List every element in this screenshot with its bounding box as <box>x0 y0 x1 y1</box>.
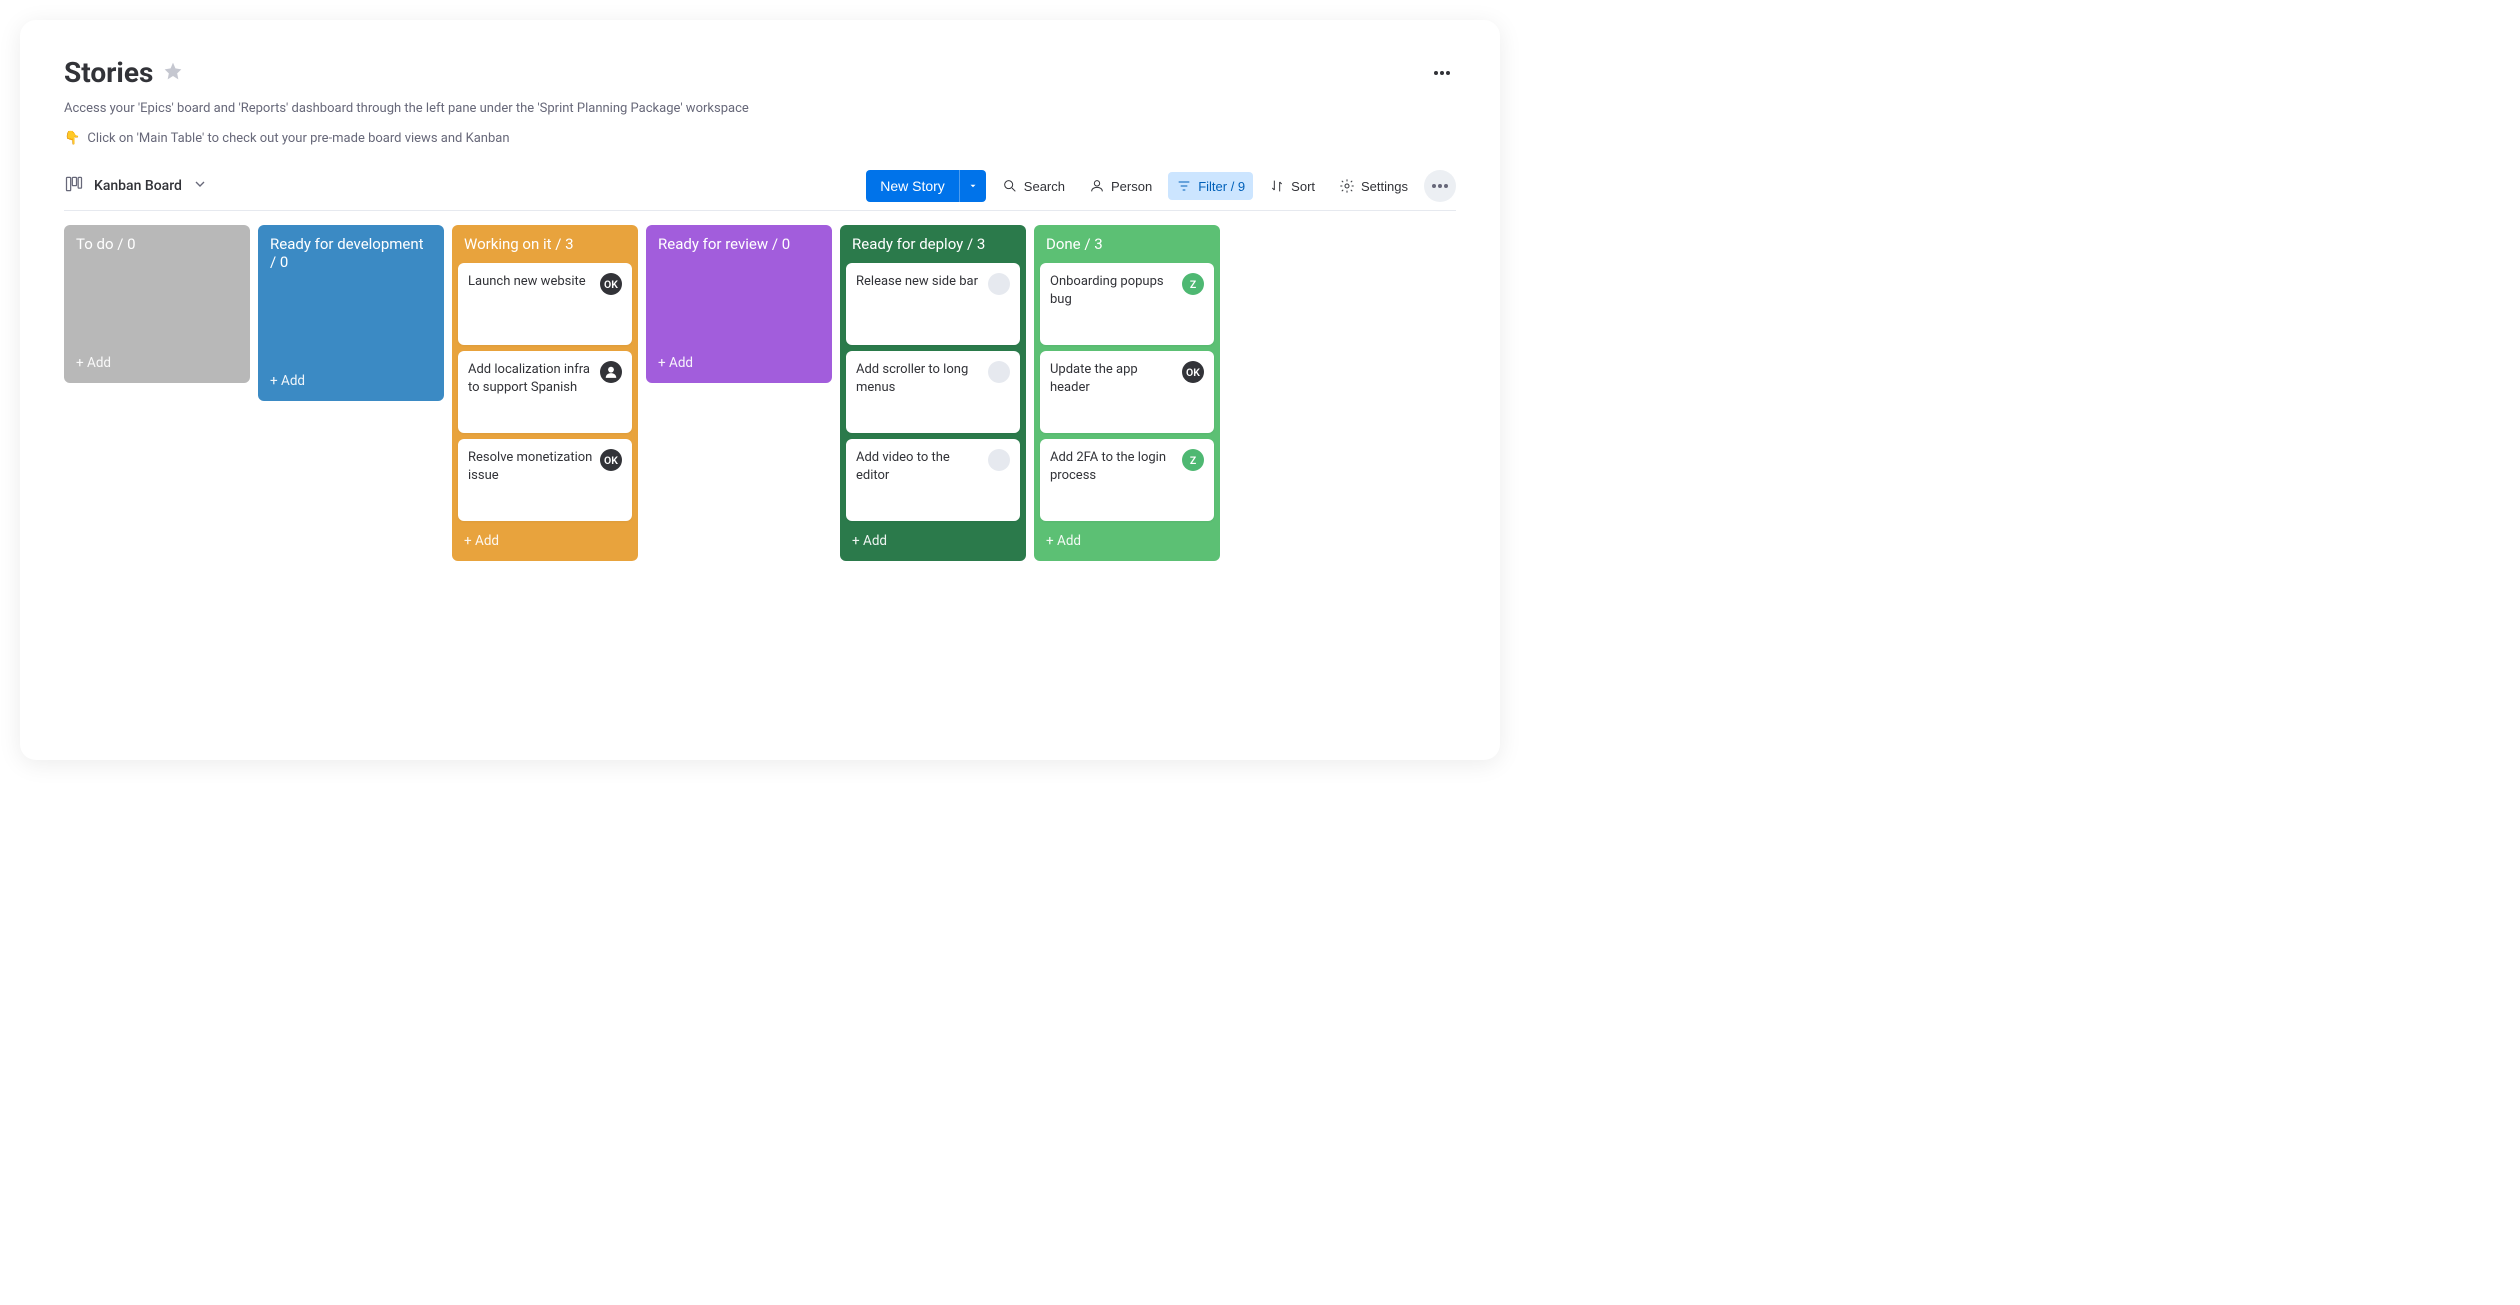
card[interactable]: Add scroller to long menus <box>846 351 1020 433</box>
new-story-caret[interactable] <box>959 170 986 202</box>
column-body: Launch new website OK Add localization inf… <box>452 263 638 521</box>
column-deploy: Ready for deploy / 3Release new side bar… <box>840 225 1026 561</box>
card[interactable]: Onboarding popups bug Z <box>1040 263 1214 345</box>
more-menu-button[interactable] <box>1428 59 1456 87</box>
new-story-button[interactable]: New Story <box>866 170 986 202</box>
column-body <box>258 281 444 361</box>
kanban-board: To do / 0 + Add Ready for development / 0 +… <box>64 225 1456 561</box>
view-label: Kanban Board <box>94 178 182 194</box>
empty-spacer <box>70 263 244 343</box>
subtitle-line-1: Access your 'Epics' board and 'Reports' … <box>64 99 1456 119</box>
card[interactable]: Update the app header OK <box>1040 351 1214 433</box>
column-review: Ready for review / 0 + Add <box>646 225 832 383</box>
toolbar-right: New Story Search Person Filter / 9 Sort <box>866 170 1456 202</box>
column-body <box>646 263 832 343</box>
column-header[interactable]: Ready for review / 0 <box>646 225 832 263</box>
card[interactable]: Add localization infra to support Spanis… <box>458 351 632 433</box>
column-header[interactable]: To do / 0 <box>64 225 250 263</box>
column-header[interactable]: Ready for development / 0 <box>258 225 444 281</box>
view-picker[interactable]: Kanban Board <box>64 174 208 198</box>
column-body: Onboarding popups bug Z Update the app hea… <box>1034 263 1220 521</box>
page-title: Stories <box>64 56 153 89</box>
card[interactable]: Add 2FA to the login process Z <box>1040 439 1214 521</box>
more-icon <box>1434 71 1450 75</box>
card-title: Add video to the editor <box>856 449 982 511</box>
search-button[interactable]: Search <box>994 172 1073 200</box>
filter-icon <box>1176 178 1192 194</box>
subtitle-line-2-text: Click on 'Main Table' to check out your … <box>87 131 509 146</box>
title-wrap: Stories <box>64 56 183 89</box>
card-title: Onboarding popups bug <box>1050 273 1176 335</box>
column-header[interactable]: Ready for deploy / 3 <box>840 225 1026 263</box>
more-options-button[interactable] <box>1424 170 1456 202</box>
column-body <box>64 263 250 343</box>
card-title: Release new side bar <box>856 273 982 335</box>
settings-button[interactable]: Settings <box>1331 172 1416 200</box>
filter-button[interactable]: Filter / 9 <box>1168 172 1253 200</box>
filter-label: Filter / 9 <box>1198 179 1245 194</box>
add-card-button[interactable]: + Add <box>64 343 250 383</box>
card[interactable]: Release new side bar <box>846 263 1020 345</box>
toolbar: Kanban Board New Story Search Person <box>64 170 1456 211</box>
more-icon <box>1432 184 1448 188</box>
header-row: Stories <box>64 56 1456 89</box>
add-card-button[interactable]: + Add <box>452 521 638 561</box>
assignee-avatar[interactable]: OK <box>600 273 622 295</box>
column-header[interactable]: Working on it / 3 <box>452 225 638 263</box>
column-done: Done / 3 Onboarding popups bug Z Update the… <box>1034 225 1220 561</box>
pointing-down-icon: 👇 <box>64 131 80 146</box>
person-label: Person <box>1111 179 1152 194</box>
card[interactable]: Add video to the editor <box>846 439 1020 521</box>
assignee-avatar[interactable] <box>600 361 622 383</box>
board-frame: Stories Access your 'Epics' board and 'R… <box>20 20 1500 760</box>
card-title: Launch new website <box>468 273 594 335</box>
column-body: Release new side bar Add scroller to long… <box>840 263 1026 521</box>
card[interactable]: Resolve monetization issue OK <box>458 439 632 521</box>
assignee-avatar[interactable] <box>988 449 1010 471</box>
new-story-label: New Story <box>866 178 959 194</box>
add-card-button[interactable]: + Add <box>840 521 1026 561</box>
column-header[interactable]: Done / 3 <box>1034 225 1220 263</box>
assignee-avatar[interactable]: Z <box>1182 449 1204 471</box>
add-card-button[interactable]: + Add <box>646 343 832 383</box>
subtitle-line-2: 👇 Click on 'Main Table' to check out you… <box>64 129 1456 149</box>
column-ready-dev: Ready for development / 0 + Add <box>258 225 444 401</box>
empty-spacer <box>652 263 826 343</box>
chevron-down-icon <box>192 176 208 196</box>
empty-spacer <box>264 281 438 361</box>
chevron-down-icon <box>968 181 978 191</box>
assignee-avatar[interactable] <box>988 273 1010 295</box>
column-todo: To do / 0 + Add <box>64 225 250 383</box>
card-title: Add 2FA to the login process <box>1050 449 1176 511</box>
person-icon <box>1089 178 1105 194</box>
sort-icon <box>1269 178 1285 194</box>
add-card-button[interactable]: + Add <box>1034 521 1220 561</box>
settings-label: Settings <box>1361 179 1408 194</box>
gear-icon <box>1339 178 1355 194</box>
card-title: Add scroller to long menus <box>856 361 982 423</box>
search-icon <box>1002 178 1018 194</box>
search-label: Search <box>1024 179 1065 194</box>
star-icon[interactable] <box>163 61 183 85</box>
person-filter-button[interactable]: Person <box>1081 172 1160 200</box>
kanban-icon <box>64 174 84 198</box>
card-title: Add localization infra to support Spanis… <box>468 361 594 423</box>
card-title: Resolve monetization issue <box>468 449 594 511</box>
assignee-avatar[interactable]: Z <box>1182 273 1204 295</box>
sort-label: Sort <box>1291 179 1315 194</box>
assignee-avatar[interactable]: OK <box>600 449 622 471</box>
add-card-button[interactable]: + Add <box>258 361 444 401</box>
card[interactable]: Launch new website OK <box>458 263 632 345</box>
person-icon <box>604 365 618 379</box>
sort-button[interactable]: Sort <box>1261 172 1323 200</box>
card-title: Update the app header <box>1050 361 1176 423</box>
assignee-avatar[interactable]: OK <box>1182 361 1204 383</box>
assignee-avatar[interactable] <box>988 361 1010 383</box>
column-working: Working on it / 3 Launch new website OK Add… <box>452 225 638 561</box>
